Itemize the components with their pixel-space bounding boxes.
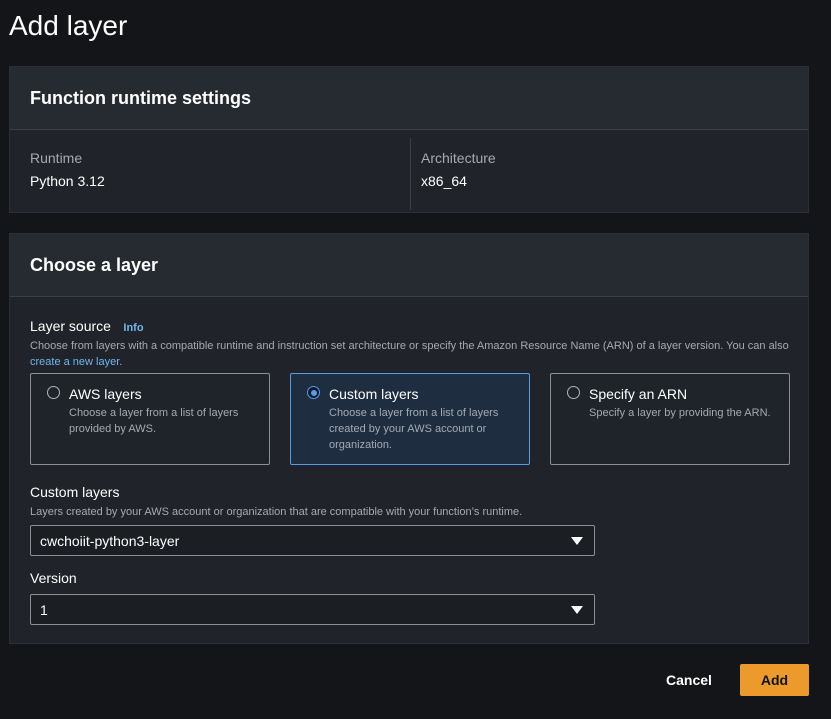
- layer-source-desc-end: .: [119, 356, 123, 368]
- architecture-label: Architecture: [421, 150, 496, 166]
- option-custom-layers[interactable]: Custom layers Choose a layer from a list…: [290, 373, 530, 465]
- option-title: Specify an ARN: [589, 386, 688, 402]
- caret-down-icon: [571, 606, 583, 614]
- layer-source-description: Choose from layers with a compatible run…: [30, 338, 790, 370]
- page-title: Add layer: [9, 10, 128, 41]
- layer-source-desc-text: Choose from layers with a compatible run…: [30, 340, 789, 352]
- option-desc: Choose a layer from a list of layers cre…: [329, 407, 499, 451]
- option-aws-layers[interactable]: AWS layers Choose a layer from a list of…: [30, 373, 270, 465]
- layer-source-label: Layer source: [30, 318, 111, 334]
- radio-specify-arn[interactable]: [567, 386, 580, 399]
- custom-layers-select[interactable]: cwchoiit-python3-layer: [30, 525, 595, 556]
- layer-source-field: Layer source Info Choose from layers wit…: [30, 318, 790, 370]
- runtime-field: Runtime Python 3.12: [30, 130, 410, 210]
- cancel-button[interactable]: Cancel: [666, 672, 712, 688]
- choose-layer-panel: Choose a layer Layer source Info Choose …: [9, 233, 809, 644]
- add-button[interactable]: Add: [740, 664, 809, 696]
- caret-down-icon: [571, 537, 583, 545]
- option-desc: Choose a layer from a list of layers pro…: [69, 407, 239, 435]
- custom-layers-label: Custom layers: [30, 484, 120, 500]
- runtime-value: Python 3.12: [30, 173, 105, 189]
- radio-aws-layers[interactable]: [47, 386, 60, 399]
- info-link[interactable]: Info: [123, 322, 143, 334]
- layer-source-options: AWS layers Choose a layer from a list of…: [30, 373, 790, 465]
- version-field: Version 1: [30, 570, 595, 625]
- version-label: Version: [30, 570, 77, 586]
- option-specify-arn[interactable]: Specify an ARN Specify a layer by provid…: [550, 373, 790, 465]
- runtime-settings-panel: Function runtime settings Runtime Python…: [9, 66, 809, 213]
- option-title: Custom layers: [329, 386, 419, 402]
- choose-layer-header: Choose a layer: [10, 234, 808, 297]
- radio-custom-layers[interactable]: [307, 386, 320, 399]
- custom-layers-field: Custom layers Layers created by your AWS…: [30, 484, 595, 556]
- runtime-panel-header: Function runtime settings: [10, 67, 808, 130]
- create-new-layer-link[interactable]: create a new layer: [30, 356, 119, 368]
- version-select[interactable]: 1: [30, 594, 595, 625]
- architecture-value: x86_64: [421, 173, 467, 189]
- custom-layers-value: cwchoiit-python3-layer: [40, 532, 180, 549]
- option-desc: Specify a layer by providing the ARN.: [589, 407, 771, 419]
- architecture-field: Architecture x86_64: [410, 138, 801, 210]
- runtime-label: Runtime: [30, 150, 83, 166]
- version-value: 1: [40, 601, 48, 618]
- custom-layers-description: Layers created by your AWS account or or…: [30, 506, 523, 518]
- option-title: AWS layers: [69, 386, 142, 402]
